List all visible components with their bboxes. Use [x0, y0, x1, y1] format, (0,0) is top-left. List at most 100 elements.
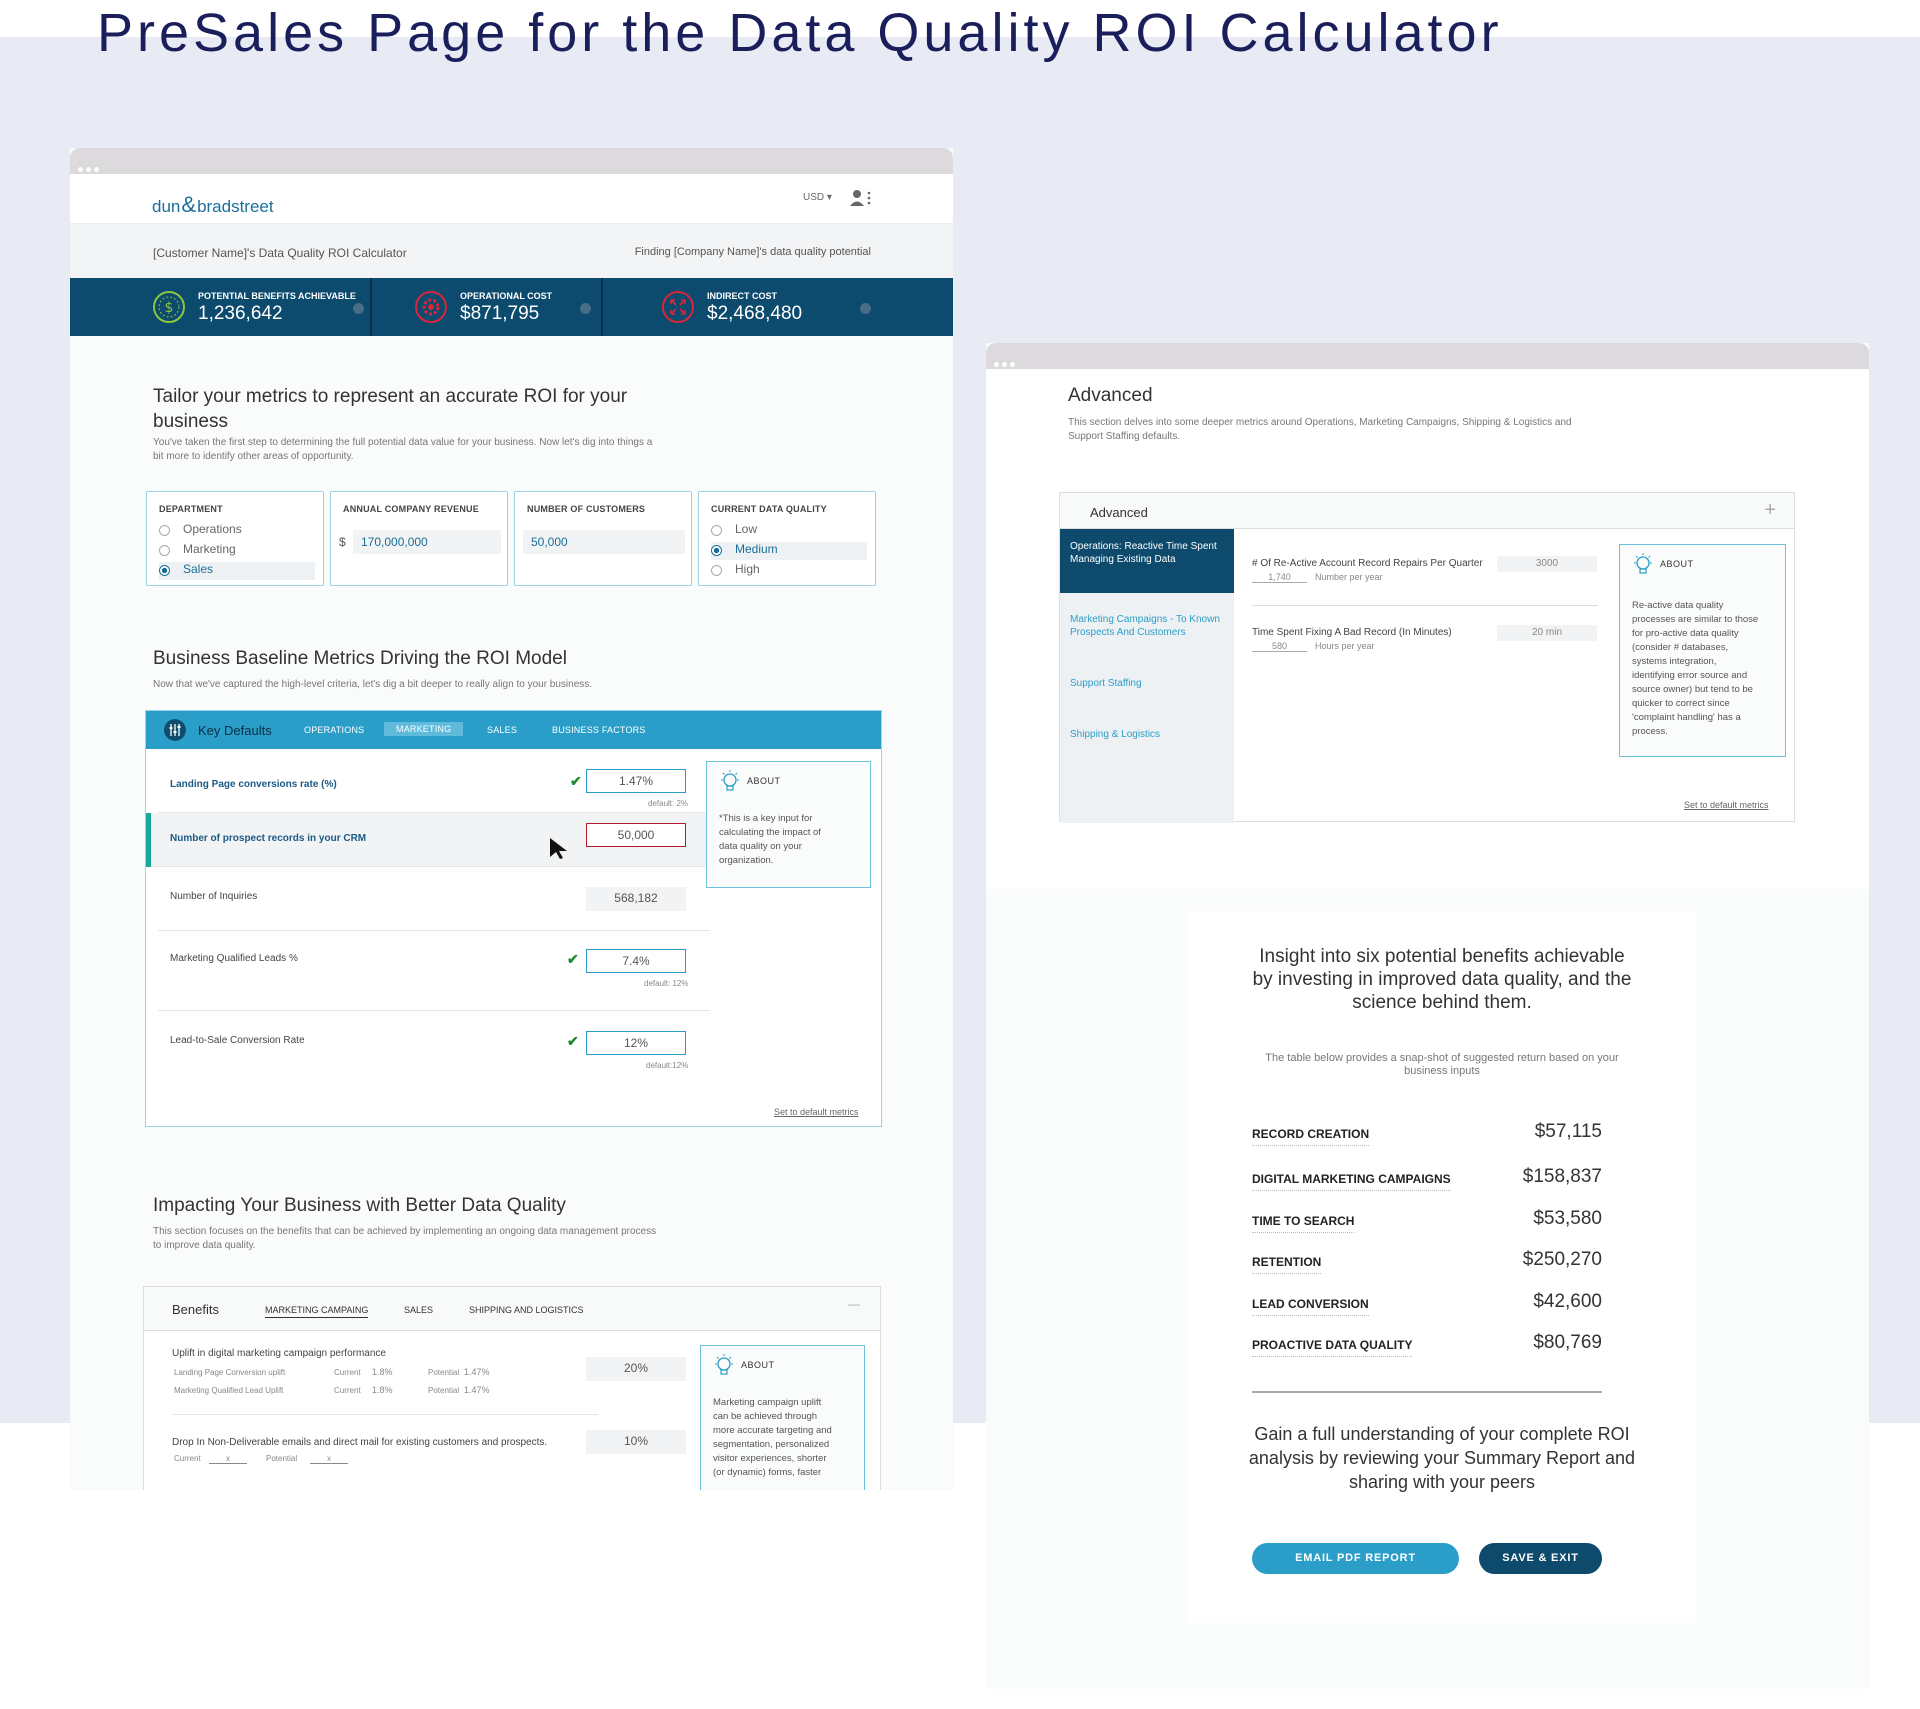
info-icon[interactable]	[580, 303, 591, 314]
tab-sales[interactable]: SALES	[487, 725, 517, 735]
landing-page-rate-input[interactable]: 1.47%	[586, 769, 686, 793]
current-input[interactable]: x	[209, 1454, 247, 1464]
customers-input[interactable]: 50,000	[523, 530, 685, 554]
dnb-logo[interactable]: dun&bradstreet	[152, 192, 274, 218]
mql-input[interactable]: 7.4%	[586, 949, 686, 973]
gear-icon	[415, 291, 447, 323]
summary-divider	[1252, 1391, 1602, 1393]
default-hint: default: 2%	[648, 799, 689, 808]
prospect-records-input[interactable]: 50,000	[586, 823, 686, 847]
expand-icon[interactable]: +	[1764, 499, 1776, 522]
benefit-drop-value[interactable]: 10%	[586, 1430, 686, 1454]
department-box: DEPARTMENT Operations Marketing Sales	[146, 491, 324, 586]
currency-dropdown[interactable]: USD ▾	[803, 192, 832, 203]
revenue-box: ANNUAL COMPANY REVENUE $ 170,000,000	[330, 491, 508, 586]
email-pdf-report-button[interactable]: EMAIL PDF REPORT	[1252, 1543, 1459, 1574]
advanced-window: Advanced This section delves into some d…	[986, 343, 1869, 1689]
sidebar-item-marketing[interactable]: Marketing Campaigns - To Known Prospects…	[1060, 613, 1234, 639]
dollar-icon: $	[153, 291, 185, 323]
tab-marketing-campaing[interactable]: MARKETING CAMPAING	[265, 1305, 369, 1318]
benefit-uplift-value[interactable]: 20%	[586, 1357, 686, 1381]
radio-marketing[interactable]: Marketing	[159, 542, 315, 560]
repairs-input[interactable]: 3000	[1497, 556, 1597, 572]
tab-shipping-logistics[interactable]: SHIPPING AND LOGISTICS	[469, 1305, 584, 1315]
kpi-value: $871,795	[460, 303, 540, 324]
radio-sales[interactable]: Sales	[159, 562, 315, 580]
benefits-panel: Benefits MARKETING CAMPAING SALES SHIPPI…	[143, 1286, 881, 1490]
reset-defaults-link[interactable]: Set to default metrics	[774, 1107, 859, 1117]
row-label: Number of prospect records in your CRM	[170, 833, 367, 844]
tailor-description: You've taken the first step to determini…	[153, 437, 653, 462]
default-hint: default: 12%	[644, 979, 689, 988]
potential-input[interactable]: x	[310, 1454, 348, 1464]
row-divider	[172, 1414, 598, 1415]
summary-card: Insight into six potential benefits achi…	[1188, 911, 1696, 1623]
advanced-panel-title: Advanced	[1090, 505, 1148, 520]
benefit-row-title: Uplift in digital marketing campaign per…	[172, 1348, 386, 1359]
revenue-label: ANNUAL COMPANY REVENUE	[343, 504, 479, 514]
check-icon: ✔	[570, 773, 582, 789]
check-icon: ✔	[567, 951, 579, 967]
key-defaults-tabbar: Key Defaults OPERATIONS MARKETING SALES …	[146, 711, 881, 749]
about-text: Re-active data quality processes are simi…	[1632, 600, 1759, 737]
kpi-label: POTENTIAL BENEFITS ACHIEVABLE	[198, 291, 356, 301]
kpi-label: OPERATIONAL COST	[460, 291, 553, 301]
advanced-title: Advanced	[1068, 385, 1153, 406]
radio-low[interactable]: Low	[711, 522, 867, 540]
default-hint: default:12%	[646, 1061, 689, 1070]
sub-header: [Customer Name]'s Data Quality ROI Calcu…	[70, 224, 953, 278]
lightbulb-icon	[721, 770, 739, 791]
radio-operations[interactable]: Operations	[159, 522, 315, 540]
data-quality-label: CURRENT DATA QUALITY	[711, 504, 827, 514]
collapse-icon[interactable]: —	[848, 1297, 860, 1311]
kpi-label: INDIRECT COST	[707, 291, 778, 301]
kpi-potential-benefits[interactable]: $ POTENTIAL BENEFITS ACHIEVABLE 1,236,64…	[70, 278, 372, 336]
sidebar-item-shipping[interactable]: Shipping & Logistics	[1060, 728, 1234, 741]
question-sub: 580 Hours per year	[1252, 641, 1375, 652]
user-menu-icon[interactable]	[850, 189, 872, 207]
customers-label: NUMBER OF CUSTOMERS	[527, 504, 646, 514]
advanced-sidebar: Operations: Reactive Time Spent Managing…	[1060, 529, 1234, 823]
top-nav: dun&bradstreet USD ▾	[70, 174, 953, 224]
time-spent-input[interactable]: 20 min	[1497, 625, 1597, 641]
baseline-title: Business Baseline Metrics Driving the RO…	[153, 648, 567, 669]
table-row-selected: Number of prospect records in your CRM 5…	[146, 813, 710, 867]
info-icon[interactable]	[353, 303, 364, 314]
benefits-title: Benefits	[172, 1302, 219, 1317]
tailor-title: Tailor your metrics to represent an accu…	[153, 386, 628, 432]
save-exit-button[interactable]: SAVE & EXIT	[1479, 1543, 1602, 1574]
summary-cta-text: Gain a full understanding of your comple…	[1248, 1424, 1636, 1492]
question-label: Time Spent Fixing A Bad Record (In Minut…	[1252, 627, 1452, 638]
summary-description: The table below provides a snap-shot of …	[1265, 1052, 1619, 1077]
table-row: Number of Inquiries 568,182	[158, 867, 710, 931]
kpi-indirect-cost[interactable]: INDIRECT COST $2,468,480	[603, 278, 953, 336]
lead-to-sale-input[interactable]: 12%	[586, 1031, 686, 1055]
about-box: ABOUT *This is a key input for calculatin…	[706, 761, 871, 888]
row-label: Marketing Qualified Leads %	[170, 953, 298, 964]
tab-sales[interactable]: SALES	[404, 1305, 433, 1315]
radio-medium[interactable]: Medium	[711, 542, 867, 560]
summary-title: Insight into six potential benefits achi…	[1252, 946, 1632, 1013]
advanced-panel: Advanced + Operations: Reactive Time Spe…	[1059, 492, 1795, 823]
selection-indicator	[146, 813, 151, 867]
svg-text:$: $	[165, 300, 174, 316]
table-row: Landing Page conversions rate (%) ✔ 1.47…	[158, 749, 710, 813]
row-label: Lead-to-Sale Conversion Rate	[170, 1035, 305, 1046]
reset-defaults-link[interactable]: Set to default metrics	[1684, 800, 1769, 810]
kpi-operational-cost[interactable]: OPERATIONAL COST $871,795	[372, 278, 603, 336]
radio-high[interactable]: High	[711, 562, 867, 580]
tab-marketing[interactable]: MARKETING	[384, 722, 464, 736]
calculator-window: dun&bradstreet USD ▾ [Customer Name]'s D…	[70, 148, 953, 1490]
tab-business-factors[interactable]: BUSINESS FACTORS	[552, 725, 646, 735]
question-sub: 1,740 Number per year	[1252, 572, 1383, 583]
kpi-value: 1,236,642	[198, 303, 283, 324]
question-label: # Of Re-Active Account Record Repairs Pe…	[1252, 558, 1483, 569]
sidebar-item-operations[interactable]: Operations: Reactive Time Spent Managing…	[1060, 529, 1234, 593]
sidebar-item-support-staffing[interactable]: Support Staffing	[1060, 677, 1234, 690]
data-quality-box: CURRENT DATA QUALITY Low Medium High	[698, 491, 876, 586]
info-icon[interactable]	[860, 303, 871, 314]
revenue-input[interactable]: 170,000,000	[353, 530, 501, 554]
tab-operations[interactable]: OPERATIONS	[304, 725, 364, 735]
department-label: DEPARTMENT	[159, 504, 223, 514]
page-headline: PreSales Page for the Data Quality ROI C…	[97, 3, 1503, 63]
